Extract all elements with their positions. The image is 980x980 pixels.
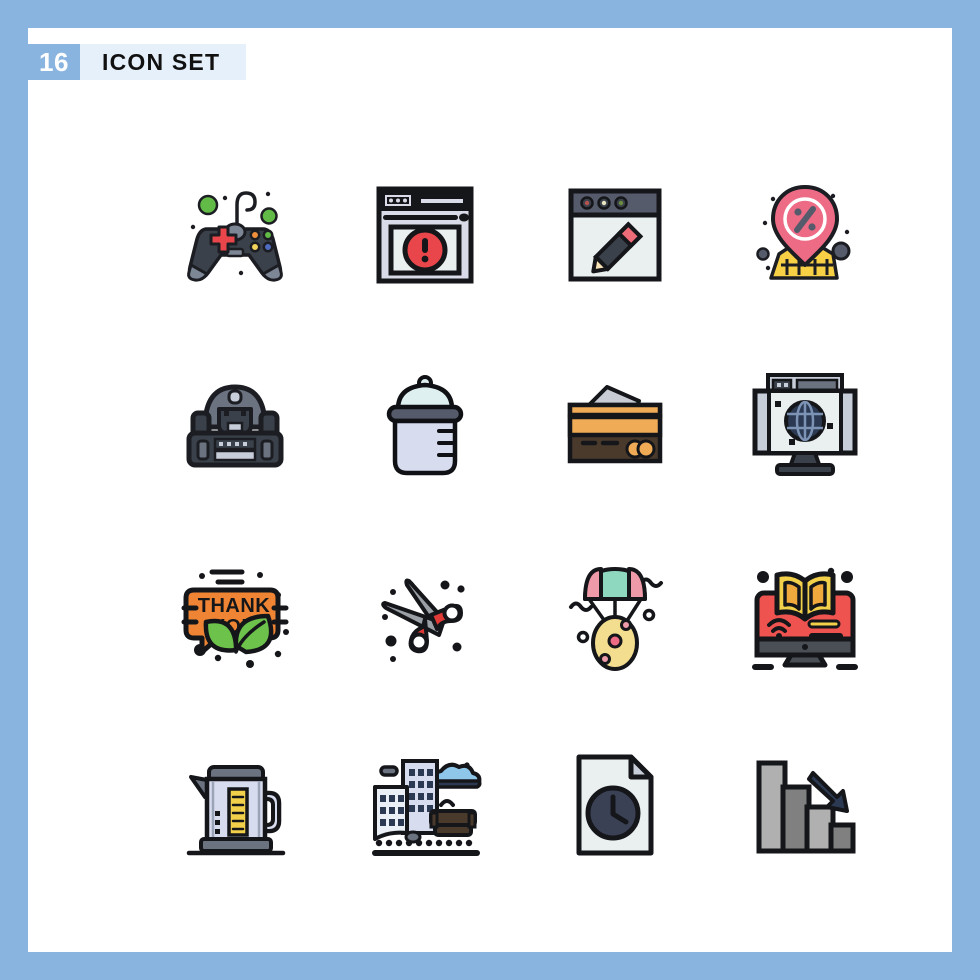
robot-machine-icon	[186, 384, 284, 468]
thank-you-leaf-icon: THANK ·YOU·	[181, 569, 289, 668]
icon-set-canvas: 16 ICON SET THANK ·YOU·	[28, 28, 952, 952]
game-controller-icon	[187, 191, 283, 282]
svg-text:THANK: THANK	[198, 595, 271, 617]
icon-cell-electric-kettle[interactable]	[140, 710, 330, 900]
page-title: ICON SET	[102, 48, 221, 75]
icon-cell-document-clock[interactable]	[520, 710, 710, 900]
online-learning-icon	[752, 567, 858, 670]
electric-kettle-icon	[186, 765, 286, 856]
icon-cell-monitor-globe[interactable]	[710, 330, 900, 520]
location-discount-icon	[756, 185, 851, 280]
icon-cell-credit-card[interactable]	[520, 330, 710, 520]
icon-cell-online-learning[interactable]	[710, 520, 900, 710]
icon-cell-parachute-egg[interactable]	[520, 520, 710, 710]
monitor-globe-icon	[752, 373, 858, 476]
poster-stage: 16 ICON SET THANK ·YOU·	[0, 0, 980, 980]
icon-cell-robot-machine[interactable]	[140, 330, 330, 520]
scissors-icon	[381, 578, 465, 662]
icon-cell-city-buildings[interactable]	[330, 710, 520, 900]
icon-cell-baby-bottle[interactable]	[330, 330, 520, 520]
icon-count-badge: 16	[28, 44, 80, 80]
city-buildings-icon	[372, 759, 482, 856]
icon-grid: THANK ·YOU·	[140, 140, 900, 900]
icon-cell-thank-you[interactable]: THANK ·YOU·	[140, 520, 330, 710]
baby-bottle-icon	[386, 375, 464, 476]
declining-bar-chart-icon	[756, 760, 856, 854]
icon-cell-declining-chart[interactable]	[710, 710, 900, 900]
parachute-egg-icon	[569, 567, 663, 671]
icon-cell-location-discount[interactable]	[710, 140, 900, 330]
credit-card-icon	[567, 385, 663, 464]
browser-error-icon	[376, 186, 474, 284]
document-clock-icon	[576, 754, 654, 856]
icon-cell-browser-error[interactable]	[330, 140, 520, 330]
header-bar: 16 ICON SET	[28, 44, 247, 80]
icon-cell-game-controller[interactable]	[140, 140, 330, 330]
icon-cell-browser-edit[interactable]	[520, 140, 710, 330]
icon-cell-scissors[interactable]	[330, 520, 520, 710]
browser-edit-pencil-icon	[568, 188, 662, 282]
